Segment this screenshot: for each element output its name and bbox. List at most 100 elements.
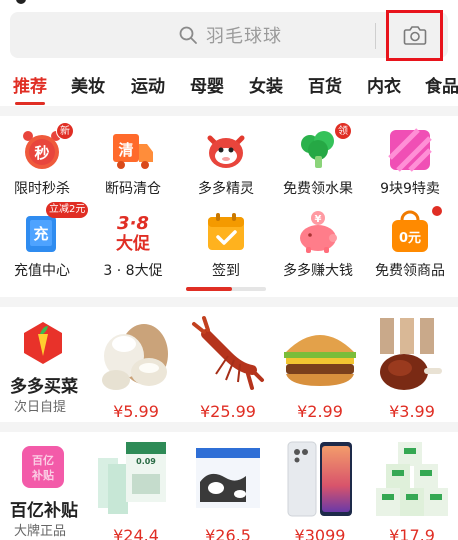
product-card[interactable]: ¥3.99 bbox=[366, 314, 458, 426]
product-price: ¥26.5 bbox=[205, 526, 251, 540]
milk-box-image bbox=[186, 438, 270, 520]
calendar-check-icon bbox=[204, 210, 248, 254]
burger-image bbox=[278, 314, 362, 396]
tab-womens-clothing[interactable]: 女装 bbox=[249, 72, 283, 97]
sale-38-icon: 3·8 大促 bbox=[111, 210, 155, 254]
product-price: ¥25.99 bbox=[200, 402, 256, 421]
product-card[interactable]: ¥2.99 bbox=[274, 314, 366, 426]
search-divider bbox=[375, 23, 376, 49]
grid-label: 多多赚大钱 bbox=[283, 263, 353, 279]
svg-text:充: 充 bbox=[33, 225, 48, 243]
tab-mother-baby[interactable]: 母婴 bbox=[190, 72, 224, 97]
search-icon bbox=[179, 26, 197, 44]
section-divider bbox=[0, 297, 458, 307]
subsidy-section[interactable]: 百亿 补贴 百亿补贴 大牌正品 0.09 ¥24.4 ¥26.5 ¥3099 ¥… bbox=[0, 432, 458, 540]
new-badge: 新 bbox=[56, 122, 74, 140]
crayfish-image bbox=[186, 314, 270, 396]
camera-search-button[interactable] bbox=[375, 10, 443, 61]
yogurt-boxes-image bbox=[370, 438, 454, 520]
grid-item-free-goods[interactable]: 0元 免费领商品 bbox=[365, 206, 455, 280]
grid-label: 9块9特卖 bbox=[380, 181, 440, 197]
notification-dot bbox=[432, 206, 442, 216]
search-inner: 羽毛球球 bbox=[178, 23, 282, 47]
status-bar-remnant bbox=[0, 0, 458, 6]
svg-text:¥: ¥ bbox=[315, 214, 322, 225]
product-price: ¥17.9 bbox=[389, 526, 435, 540]
cow-mascot-icon bbox=[204, 128, 248, 172]
tab-recommend[interactable]: 推荐 bbox=[13, 72, 47, 97]
smartphone-image bbox=[278, 438, 362, 520]
grid-item-clearance[interactable]: 清 断码清仓 bbox=[88, 128, 178, 198]
section-divider bbox=[0, 106, 458, 116]
product-card[interactable]: ¥5.99 bbox=[90, 314, 182, 426]
svg-text:清: 清 bbox=[118, 141, 133, 159]
product-price: ¥3099 bbox=[294, 526, 346, 540]
svg-text:0元: 0元 bbox=[399, 231, 421, 246]
grid-item-9-9-sale[interactable]: 9块9特卖 bbox=[365, 128, 455, 198]
search-placeholder: 羽毛球球 bbox=[206, 26, 282, 47]
grid-item-flash-sale[interactable]: 秒 新 限时秒杀 bbox=[0, 122, 87, 198]
coconut-image bbox=[94, 314, 178, 396]
grid-label: 断码清仓 bbox=[105, 181, 161, 197]
tab-beauty[interactable]: 美妆 bbox=[71, 72, 105, 97]
broccoli-icon: 领 bbox=[296, 122, 352, 172]
category-tabs: 推荐 美妆 运动 母婴 女装 百货 内衣 食品 bbox=[0, 62, 458, 105]
section-subtitle: 大牌正品 bbox=[14, 524, 67, 539]
svg-text:大促: 大促 bbox=[116, 233, 150, 254]
grid-label: 3 · 8大促 bbox=[103, 263, 163, 279]
grocery-brand[interactable]: 多多买菜 次日自提 bbox=[8, 308, 90, 426]
carrot-logo-icon bbox=[20, 320, 66, 366]
section-title: 百亿补贴 bbox=[10, 501, 78, 521]
svg-text:3·8: 3·8 bbox=[117, 213, 149, 234]
grid-item-check-in[interactable]: 签到 bbox=[181, 210, 271, 280]
claim-badge: 领 bbox=[334, 122, 352, 140]
tab-sports[interactable]: 运动 bbox=[131, 72, 165, 97]
grid-scroll-thumb bbox=[186, 287, 232, 291]
product-card[interactable]: ¥17.9 bbox=[366, 438, 458, 540]
grid-label: 多多精灵 bbox=[198, 181, 254, 197]
zero-yuan-bag-icon: 0元 bbox=[388, 206, 442, 254]
grid-label: 充值中心 bbox=[14, 263, 70, 279]
product-card[interactable]: ¥26.5 bbox=[182, 438, 274, 540]
tab-food[interactable]: 食品 bbox=[425, 72, 458, 97]
product-price: ¥2.99 bbox=[297, 402, 343, 421]
grid-item-earn-money[interactable]: ¥ 多多赚大钱 bbox=[273, 210, 363, 280]
svg-text:补贴: 补贴 bbox=[31, 468, 54, 482]
product-price: ¥3.99 bbox=[389, 402, 435, 421]
tab-general-goods[interactable]: 百货 bbox=[308, 72, 342, 97]
subsidy-logo-icon: 百亿 补贴 bbox=[20, 444, 66, 490]
piggy-bank-icon: ¥ bbox=[296, 210, 340, 254]
product-card[interactable]: 0.09 ¥24.4 bbox=[90, 438, 182, 540]
grocery-section[interactable]: 多多买菜 次日自提 ¥5.99 ¥25.99 ¥2.99 ¥3.99 bbox=[0, 308, 458, 426]
svg-text:秒: 秒 bbox=[34, 144, 49, 162]
grid-item-duoduo-sprite[interactable]: 多多精灵 bbox=[181, 128, 271, 198]
grid-item-free-fruit[interactable]: 领 免费领水果 bbox=[273, 122, 363, 198]
grid-label: 限时秒杀 bbox=[14, 181, 70, 197]
active-tab-indicator bbox=[15, 102, 45, 105]
discount-badge: 立减2元 bbox=[46, 202, 89, 218]
product-price: ¥24.4 bbox=[113, 526, 159, 540]
alarm-clock-icon: 秒 新 bbox=[20, 122, 74, 172]
grid-label: 免费领商品 bbox=[375, 263, 445, 279]
subsidy-brand[interactable]: 百亿 补贴 百亿补贴 大牌正品 bbox=[8, 432, 90, 540]
grid-label: 签到 bbox=[212, 263, 240, 279]
phone-recharge-icon: 充 立减2元 bbox=[20, 202, 89, 254]
grid-item-38-sale[interactable]: 3·8 大促 3 · 8大促 bbox=[88, 210, 178, 280]
gift-box-icon bbox=[388, 128, 432, 172]
grid-item-recharge[interactable]: 充 立减2元 充值中心 bbox=[0, 202, 89, 280]
delivery-truck-icon: 清 bbox=[111, 128, 155, 172]
product-price: ¥5.99 bbox=[113, 402, 159, 421]
svg-text:百亿: 百亿 bbox=[32, 453, 54, 467]
section-subtitle: 次日自提 bbox=[14, 400, 67, 415]
grid-label: 免费领水果 bbox=[283, 181, 353, 197]
milk-cartons-image: 0.09 bbox=[94, 438, 178, 520]
svg-text:0.09: 0.09 bbox=[136, 457, 156, 466]
grid-scroll-indicator bbox=[186, 287, 266, 291]
section-divider bbox=[0, 422, 458, 432]
search-bar[interactable]: 羽毛球球 bbox=[10, 12, 448, 58]
camera-icon bbox=[403, 26, 427, 45]
braised-duck-image bbox=[370, 314, 454, 396]
product-card[interactable]: ¥3099 bbox=[274, 438, 366, 540]
tab-underwear[interactable]: 内衣 bbox=[367, 72, 401, 97]
product-card[interactable]: ¥25.99 bbox=[182, 314, 274, 426]
